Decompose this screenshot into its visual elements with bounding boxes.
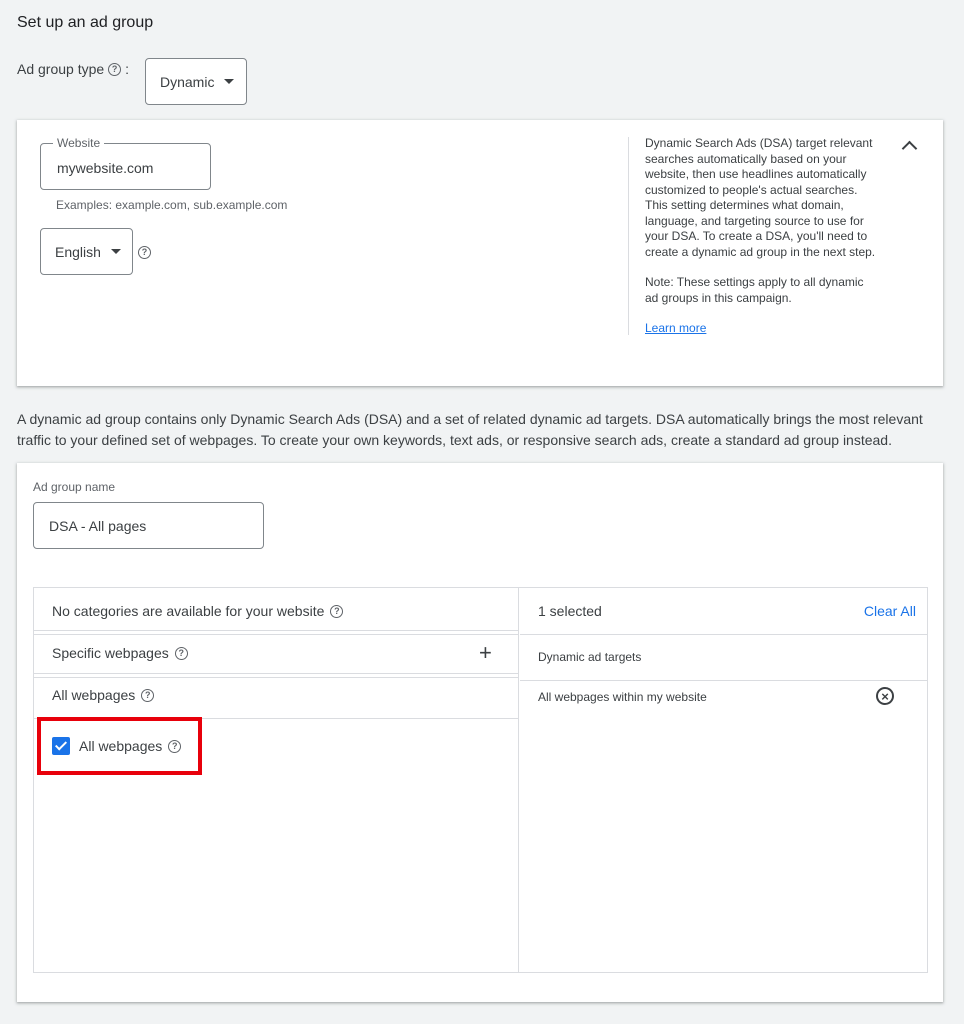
website-label: Website — [53, 136, 105, 150]
ad-group-type-label: Ad group type ? : — [17, 61, 129, 77]
no-categories-row: No categories are available for your web… — [52, 603, 344, 619]
language-dropdown[interactable]: English — [40, 228, 133, 275]
divider — [34, 673, 519, 674]
dsa-info-panel: Dynamic Search Ads (DSA) target relevant… — [645, 136, 895, 335]
description-line: A dynamic ad group contains only Dynamic… — [17, 411, 923, 427]
ad-group-type-selected: Dynamic — [160, 73, 215, 90]
divider — [520, 680, 927, 681]
help-icon[interactable]: ? — [174, 646, 188, 660]
info-line: searches automatically based on your — [645, 151, 847, 166]
targets-right-column: 1 selected Clear All Dynamic ad targets … — [520, 588, 927, 972]
language-selected: English — [55, 243, 101, 260]
all-webpages-header-row[interactable]: All webpages ? — [52, 687, 155, 703]
divider — [34, 677, 519, 678]
website-field[interactable]: Website mywebsite.com — [40, 136, 211, 190]
caret-down-icon — [110, 249, 121, 254]
info-line: website, then use headlines automaticall… — [645, 167, 867, 181]
info-line: language, and targeting source to use fo… — [645, 213, 864, 228]
info-line: your DSA. To create a DSA, you'll need t… — [645, 229, 868, 243]
all-webpages-checkbox[interactable] — [52, 737, 70, 755]
help-icon[interactable]: ? — [168, 739, 182, 753]
dsa-settings-card: Website mywebsite.com Examples: example.… — [17, 120, 943, 386]
divider — [34, 630, 519, 631]
help-icon[interactable]: ? — [108, 62, 122, 76]
remove-icon[interactable]: × — [876, 687, 894, 705]
page-title: Set up an ad group — [17, 14, 154, 31]
info-line: Dynamic Search Ads (DSA) target relevant — [645, 136, 873, 150]
learn-more-link[interactable]: Learn more — [645, 321, 895, 335]
caret-down-icon — [224, 79, 235, 84]
divider — [628, 137, 629, 335]
clear-all-button[interactable]: Clear All — [864, 603, 916, 619]
website-hint: Examples: example.com, sub.example.com — [56, 198, 288, 212]
note-line: ad groups in this campaign. — [645, 290, 792, 305]
chevron-up-icon[interactable] — [901, 140, 918, 157]
info-line: customized to people's actual searches. — [645, 182, 858, 197]
selected-count: 1 selected — [538, 603, 602, 619]
dynamic-ad-group-description: A dynamic ad group contains only Dynamic… — [17, 409, 947, 451]
divider — [520, 634, 927, 635]
dynamic-ad-targets-header: Dynamic ad targets — [538, 650, 642, 664]
info-line: This setting determines what domain, — [645, 198, 844, 212]
dynamic-targets-panel: No categories are available for your web… — [33, 587, 928, 973]
help-icon[interactable]: ? — [138, 246, 151, 259]
ad-group-type-label-text: Ad group type — [17, 61, 105, 77]
help-icon[interactable]: ? — [141, 688, 155, 702]
ad-group-card: Ad group name DSA - All pages No categor… — [17, 463, 943, 1002]
targets-left-column: No categories are available for your web… — [34, 588, 519, 972]
specific-webpages-label: Specific webpages — [52, 645, 169, 661]
specific-webpages-row[interactable]: Specific webpages ? — [52, 645, 188, 661]
ad-group-name-input[interactable]: DSA - All pages — [49, 518, 146, 534]
description-line: traffic to your defined set of webpages.… — [17, 432, 892, 448]
info-line: create a dynamic ad group in the next st… — [645, 244, 876, 259]
no-categories-text: No categories are available for your web… — [52, 603, 325, 619]
all-webpages-option[interactable]: All webpages ? — [52, 737, 182, 755]
ad-group-name-label: Ad group name — [33, 480, 116, 494]
ad-group-name-field[interactable]: DSA - All pages — [33, 502, 264, 549]
all-webpages-option-label: All webpages — [79, 738, 163, 754]
colon: : — [125, 61, 130, 77]
note-line: Note: These settings apply to all dynami… — [645, 275, 864, 289]
divider — [34, 634, 519, 635]
ad-group-type-dropdown[interactable]: Dynamic — [145, 58, 247, 105]
add-icon[interactable]: + — [479, 642, 492, 664]
help-icon[interactable]: ? — [330, 604, 344, 618]
check-icon — [54, 738, 68, 751]
website-input[interactable]: mywebsite.com — [57, 160, 153, 176]
target-item-label: All webpages within my website — [538, 690, 707, 704]
all-webpages-header-label: All webpages — [52, 687, 136, 703]
